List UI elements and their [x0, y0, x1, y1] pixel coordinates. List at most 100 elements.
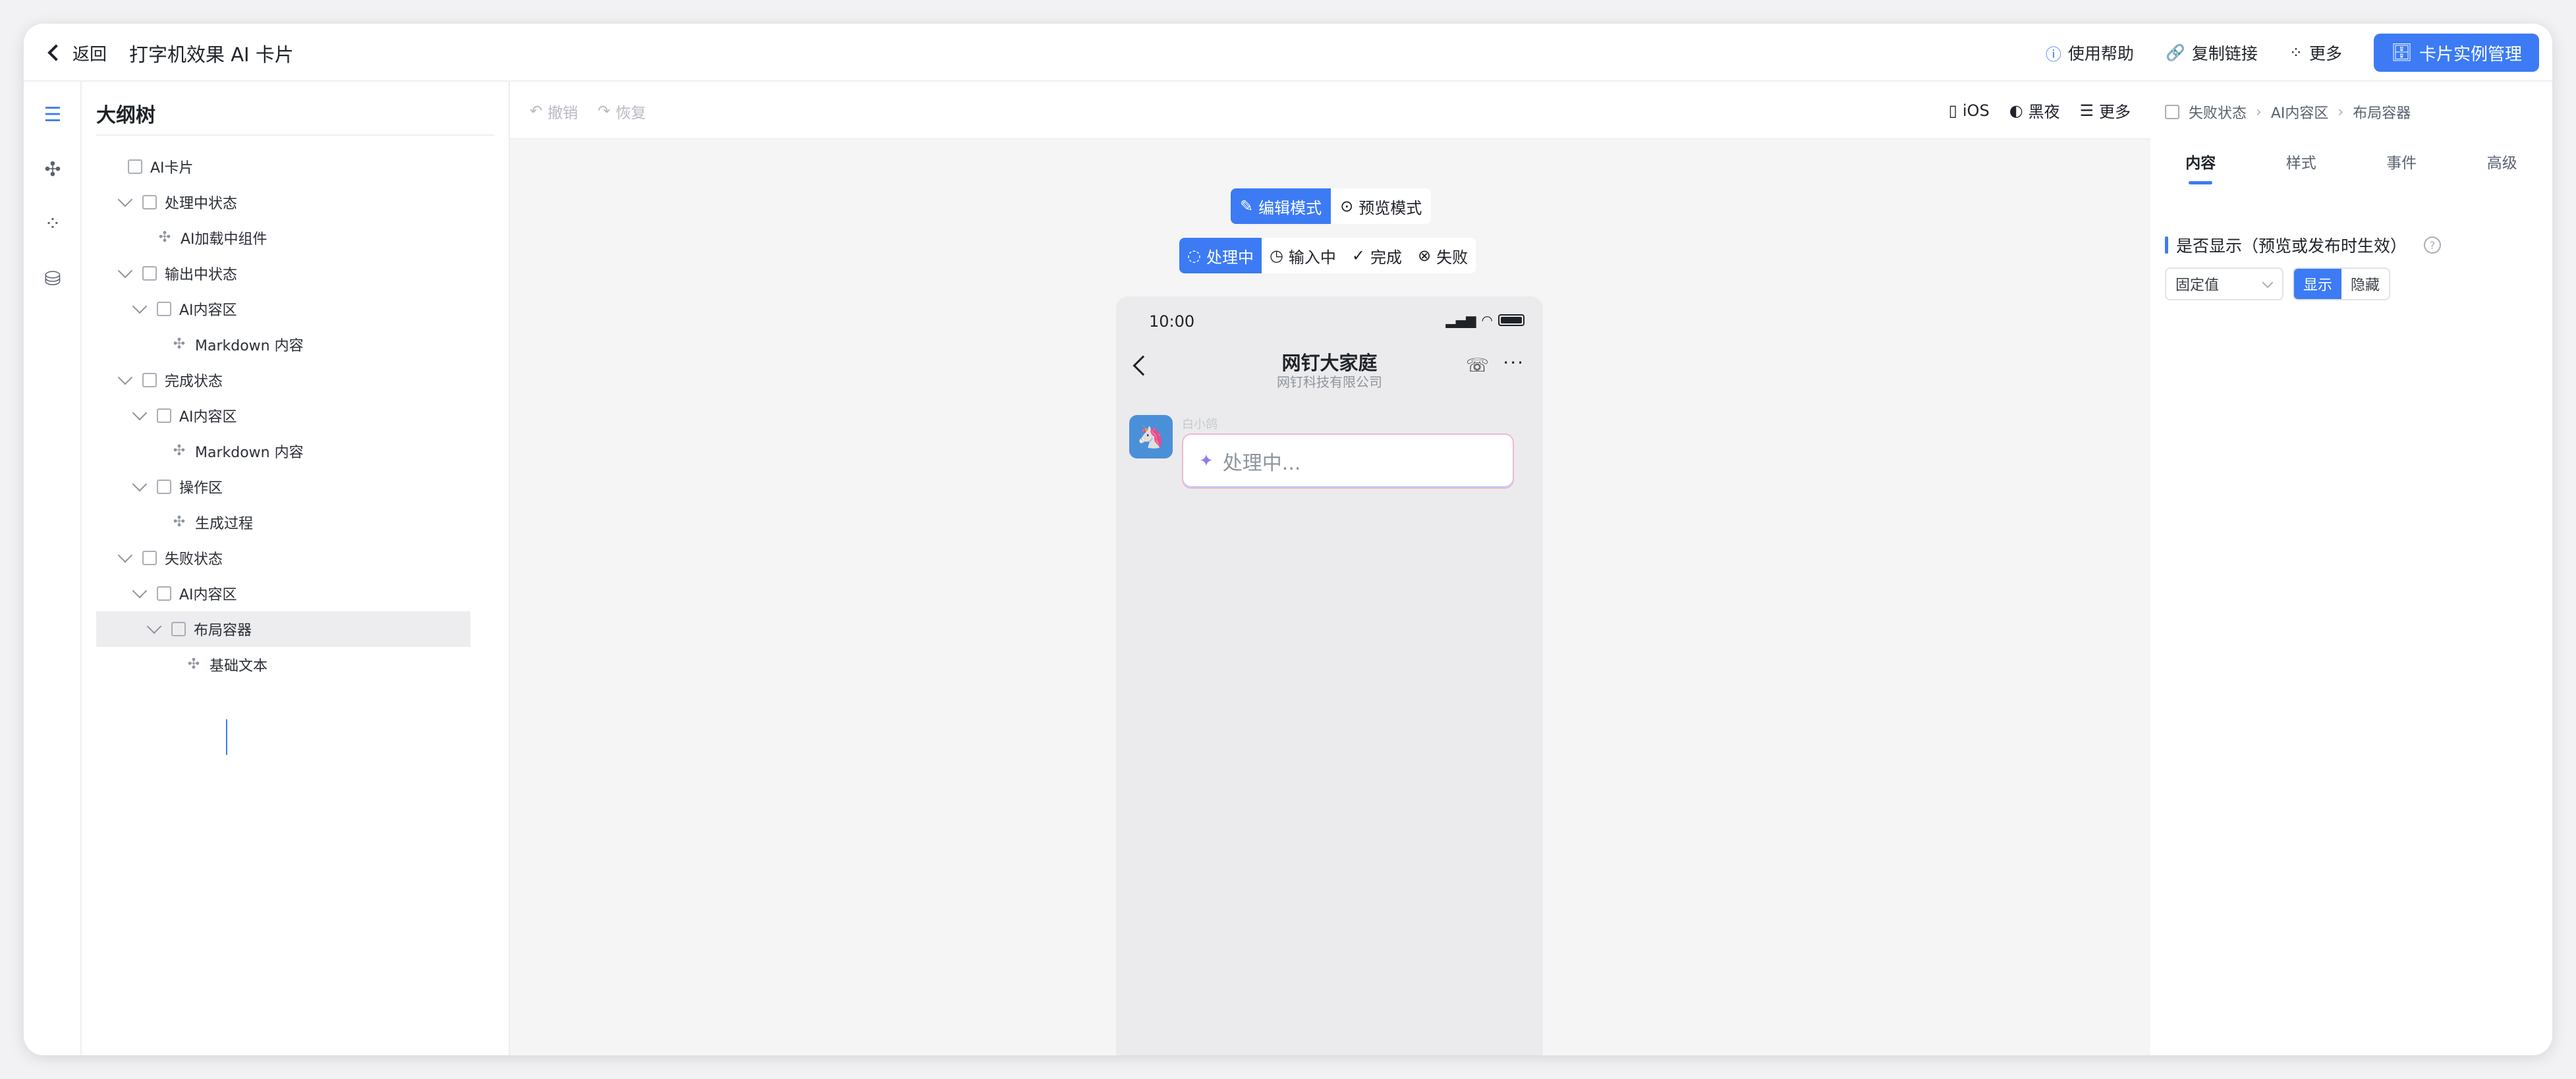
outline-node[interactable]: AI内容区 [96, 576, 470, 611]
check-circle-icon: ✓ [1351, 246, 1366, 265]
container-box-icon [171, 622, 186, 636]
component-puzzle-icon: ✣ [158, 229, 171, 246]
chevron-right-icon: › [2338, 103, 2344, 121]
value-mode-value: 固定值 [2175, 277, 2220, 294]
edit-mode-button[interactable]: ✎ 编辑模式 [1231, 188, 1331, 224]
chevron-left-icon [47, 44, 65, 61]
canvas-toolbar: ↶ 撤销 ↷ 恢复 ▯ iOS ◐ 黑夜 ☰ 更多 [510, 82, 2150, 140]
more-button[interactable]: ⁘ 更多 [2289, 41, 2342, 65]
copy-link-button[interactable]: 🔗 复制链接 [2166, 41, 2258, 65]
platform-button[interactable]: ▯ iOS [1949, 99, 1990, 122]
chevron-down-icon[interactable] [132, 583, 148, 599]
outline-node[interactable]: ✣ 生成过程 [96, 505, 470, 540]
card-instance-manage-button[interactable]: 🗄 卡片实例管理 [2373, 34, 2539, 72]
state-tab-label: 完成 [1370, 248, 1403, 267]
breadcrumb-item[interactable]: 布局容器 [2353, 101, 2411, 123]
component-puzzle-icon[interactable]: ✣ [41, 157, 65, 181]
outline-node[interactable]: 处理中状态 [96, 184, 470, 220]
hide-option[interactable]: 隐藏 [2341, 269, 2389, 299]
redo-button[interactable]: ↷ 恢复 [598, 100, 646, 123]
wifi-icon: ◠ [1481, 312, 1493, 328]
chevron-down-icon [2262, 277, 2274, 289]
help-circle-icon: ⓘ [2045, 45, 2061, 64]
outline-node-label: 操作区 [179, 480, 223, 497]
moon-icon: ◐ [2009, 101, 2023, 120]
history-controls: ↶ 撤销 ↷ 恢复 [530, 100, 646, 123]
phone-call-icon[interactable]: ☏ [1466, 354, 1489, 376]
outline-node[interactable]: AI内容区 [96, 398, 470, 433]
outline-node[interactable]: 操作区 [96, 469, 470, 505]
outline-node[interactable]: ✣ AI加载中组件 [96, 220, 470, 256]
chevron-down-icon[interactable] [117, 370, 133, 385]
container-box-icon [2165, 105, 2179, 119]
state-tab-label: 失败 [1436, 248, 1469, 267]
help-link[interactable]: ⓘ 使用帮助 [2046, 41, 2134, 65]
state-tab[interactable]: ✓ 完成 [1344, 238, 1410, 273]
show-option[interactable]: 显示 [2294, 269, 2342, 299]
back-button[interactable]: 返回 [45, 38, 107, 67]
outline-node[interactable]: 输出中状态 [96, 256, 470, 291]
phone-preview: 10:00 ▂▄▆ ◠ 网钉大家庭 网钉科技有限公司 ☏ ··· 🦄 白小鸽 ✦… [1116, 296, 1543, 1055]
undo-button[interactable]: ↶ 撤销 [530, 100, 578, 123]
outline-node-label: 输出中状态 [165, 267, 238, 283]
chevron-down-icon[interactable] [132, 298, 148, 314]
outline-node-label: AI内容区 [179, 587, 237, 603]
container-box-icon [142, 551, 157, 565]
database-icon: 🗄 [2390, 43, 2413, 63]
state-tab[interactable]: ◌ 处理中 [1179, 238, 1262, 273]
undo-icon: ↶ [530, 103, 543, 120]
ai-card-bubble[interactable]: ✦ 处理中... [1182, 433, 1514, 489]
chevron-down-icon[interactable] [117, 547, 133, 563]
outline-node[interactable]: AI内容区 [96, 291, 470, 327]
inspector-tab[interactable]: 内容 [2150, 150, 2251, 187]
state-tab[interactable]: ⊗ 失败 [1410, 238, 1476, 273]
apps-grid-icon: ⁘ [2289, 43, 2303, 62]
top-actions: ⓘ 使用帮助 🔗 复制链接 ⁘ 更多 🗄 卡片实例管理 [2046, 33, 2539, 72]
visibility-property: 是否显示（预览或发布时生效） ? [2165, 233, 2442, 257]
state-tab[interactable]: ◷ 输入中 [1262, 238, 1344, 273]
component-puzzle-icon: ✣ [187, 656, 200, 673]
outline-divider [96, 134, 494, 136]
bot-name: 白小鸽 [1182, 418, 1218, 431]
outline-node[interactable]: 布局容器 [96, 611, 470, 647]
breadcrumb-item[interactable]: AI内容区 [2271, 101, 2329, 123]
battery-icon [1498, 314, 1525, 326]
value-mode-select[interactable]: 固定值 [2165, 267, 2283, 300]
outline-node[interactable]: ✣ 基础文本 [96, 647, 470, 682]
inspector-tab[interactable]: 高级 [2452, 150, 2553, 187]
chevron-right-icon: › [2256, 103, 2262, 121]
dark-mode-button[interactable]: ◐ 黑夜 [2009, 99, 2060, 122]
outline-node[interactable]: AI卡片 [96, 149, 470, 184]
database-icon[interactable]: ⛁ [41, 267, 65, 290]
clock-icon: ◷ [1269, 246, 1283, 265]
chevron-down-icon[interactable] [117, 192, 133, 208]
apps-grid-icon[interactable]: ⁘ [41, 212, 65, 236]
container-box-icon [157, 586, 171, 601]
state-switch: ◌ 处理中 ◷ 输入中 ✓ 完成 ⊗ 失败 [1179, 238, 1476, 273]
inspector-tab[interactable]: 样式 [2251, 150, 2352, 187]
preview-mode-label: 预览模式 [1358, 198, 1422, 217]
outline-tree-icon[interactable]: ☰ [41, 103, 65, 126]
chevron-down-icon[interactable] [132, 476, 148, 492]
chevron-down-icon[interactable] [132, 405, 148, 421]
inspector-tab[interactable]: 事件 [2351, 150, 2452, 187]
outline-node[interactable]: ✣ Markdown 内容 [96, 433, 470, 469]
component-puzzle-icon: ✣ [173, 443, 186, 459]
chevron-down-icon[interactable] [117, 263, 133, 279]
outline-node-label: AI卡片 [150, 160, 194, 177]
canvas-more-button[interactable]: ☰ 更多 [2080, 99, 2131, 122]
help-icon[interactable]: ? [2424, 236, 2442, 254]
more-dots-icon[interactable]: ··· [1503, 352, 1525, 374]
breadcrumb-item[interactable]: 失败状态 [2189, 101, 2247, 123]
chevron-down-icon[interactable] [146, 619, 162, 634]
processing-text: 处理中... [1222, 452, 1301, 475]
edit-icon: ✎ [1240, 197, 1254, 215]
outline-node[interactable]: 失败状态 [96, 540, 470, 576]
canvas-area: ↶ 撤销 ↷ 恢复 ▯ iOS ◐ 黑夜 ☰ 更多 ✎ 编辑模式 ⊙ 预览模式 ◌ 处理中 ◷ 输入… [510, 82, 2150, 1055]
preview-mode-button[interactable]: ⊙ 预览模式 [1331, 188, 1431, 224]
outline-node[interactable]: ✣ Markdown 内容 [96, 327, 470, 362]
outline-tree: AI卡片 处理中状态 ✣ AI加载中组件 输出中状态 AI内容区 ✣ Markdown 内容完… [96, 149, 470, 755]
top-bar: 返回 打字机效果 AI 卡片 ⓘ 使用帮助 🔗 复制链接 ⁘ 更多 🗄 卡片实例… [24, 24, 2552, 82]
outline-node[interactable]: 完成状态 [96, 362, 470, 398]
redo-icon: ↷ [598, 103, 611, 120]
